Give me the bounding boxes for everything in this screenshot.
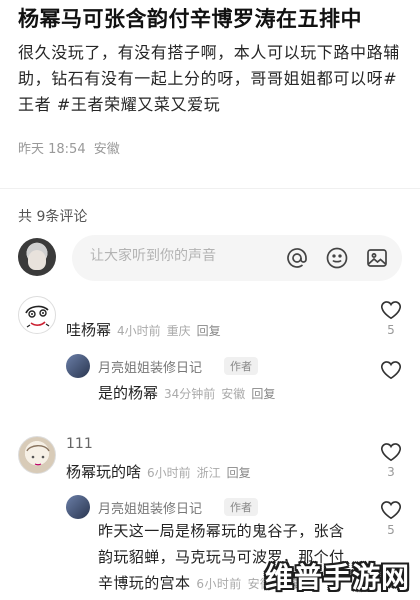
reply-author[interactable]: 月亮姐姐装修日记 <box>98 357 202 376</box>
author-avatar[interactable] <box>66 354 90 378</box>
comment-text: 哇杨幂 <box>66 321 112 339</box>
post-time: 昨天 18:54 <box>18 142 86 157</box>
comments-count: 共 9条评论 <box>18 209 88 225</box>
reply-time: 34分钟前 <box>164 387 216 401</box>
illustrated-face-icon <box>26 445 50 466</box>
author-avatar[interactable] <box>66 495 90 519</box>
comment-time: 4小时前 <box>117 324 161 338</box>
like-button[interactable]: 5 <box>378 300 404 337</box>
like-count: 5 <box>387 523 395 537</box>
like-count: 5 <box>387 323 395 337</box>
reply-button[interactable]: 回复 <box>197 324 221 338</box>
at-icon[interactable] <box>284 245 310 271</box>
comment-time: 6小时前 <box>147 466 191 480</box>
current-user-avatar[interactable] <box>18 238 56 276</box>
comment-body: 哇杨幂 4小时前 重庆 回复 <box>66 318 221 343</box>
reply-location: 安徽 <box>221 387 246 401</box>
reply-text-line: 辛博玩的宫本 <box>98 574 191 592</box>
reply-text: 是的杨幂 <box>98 384 159 402</box>
watermark: 维普手游网 <box>264 561 410 594</box>
reply-body: 是的杨幂 34分钟前 安徽 回复 <box>98 381 275 406</box>
comment-location: 浙江 <box>196 466 221 480</box>
doodle-face-icon <box>25 305 50 328</box>
comment-text: 杨幂玩的啥 <box>66 463 142 481</box>
post-location: 安徽 <box>93 142 120 157</box>
heart-icon <box>381 361 401 380</box>
post-meta: 昨天 18:54 安徽 <box>18 138 120 157</box>
author-tag: 作者 <box>224 357 258 375</box>
comment-body: 杨幂玩的啥 6小时前 浙江 回复 <box>66 460 251 485</box>
like-button[interactable]: 5 <box>378 500 404 537</box>
heart-icon <box>381 443 401 462</box>
reply-button[interactable]: 回复 <box>251 387 275 401</box>
comment-composer[interactable] <box>72 235 402 281</box>
reply-author[interactable]: 月亮姐姐装修日记 <box>98 498 202 517</box>
reply-button[interactable]: 回复 <box>227 466 251 480</box>
commenter-avatar[interactable] <box>18 296 56 334</box>
like-count: 3 <box>387 465 395 479</box>
image-icon[interactable] <box>364 245 390 271</box>
divider <box>0 188 420 189</box>
commenter-avatar[interactable] <box>18 436 56 474</box>
like-button[interactable] <box>378 360 404 380</box>
comment-input[interactable] <box>90 248 270 264</box>
comment-location: 重庆 <box>166 324 191 338</box>
reply-time: 6小时前 <box>196 577 242 591</box>
emoji-icon[interactable] <box>324 245 350 271</box>
post-body: 很久没玩了，有没有搭子啊，本人可以玩下路中路辅助，钻石有没有一起上分的呀，哥哥姐… <box>18 43 400 114</box>
reply-text-line: 昨天这一局是杨幂玩的鬼谷子，张含 <box>98 522 345 540</box>
heart-icon <box>381 501 401 520</box>
commenter-name[interactable]: 111 <box>66 436 93 452</box>
post-title: 杨幂马可张含韵付辛博罗涛在五排中 <box>18 7 362 31</box>
author-tag: 作者 <box>224 498 258 516</box>
like-button[interactable]: 3 <box>378 442 404 479</box>
heart-icon <box>381 301 401 320</box>
